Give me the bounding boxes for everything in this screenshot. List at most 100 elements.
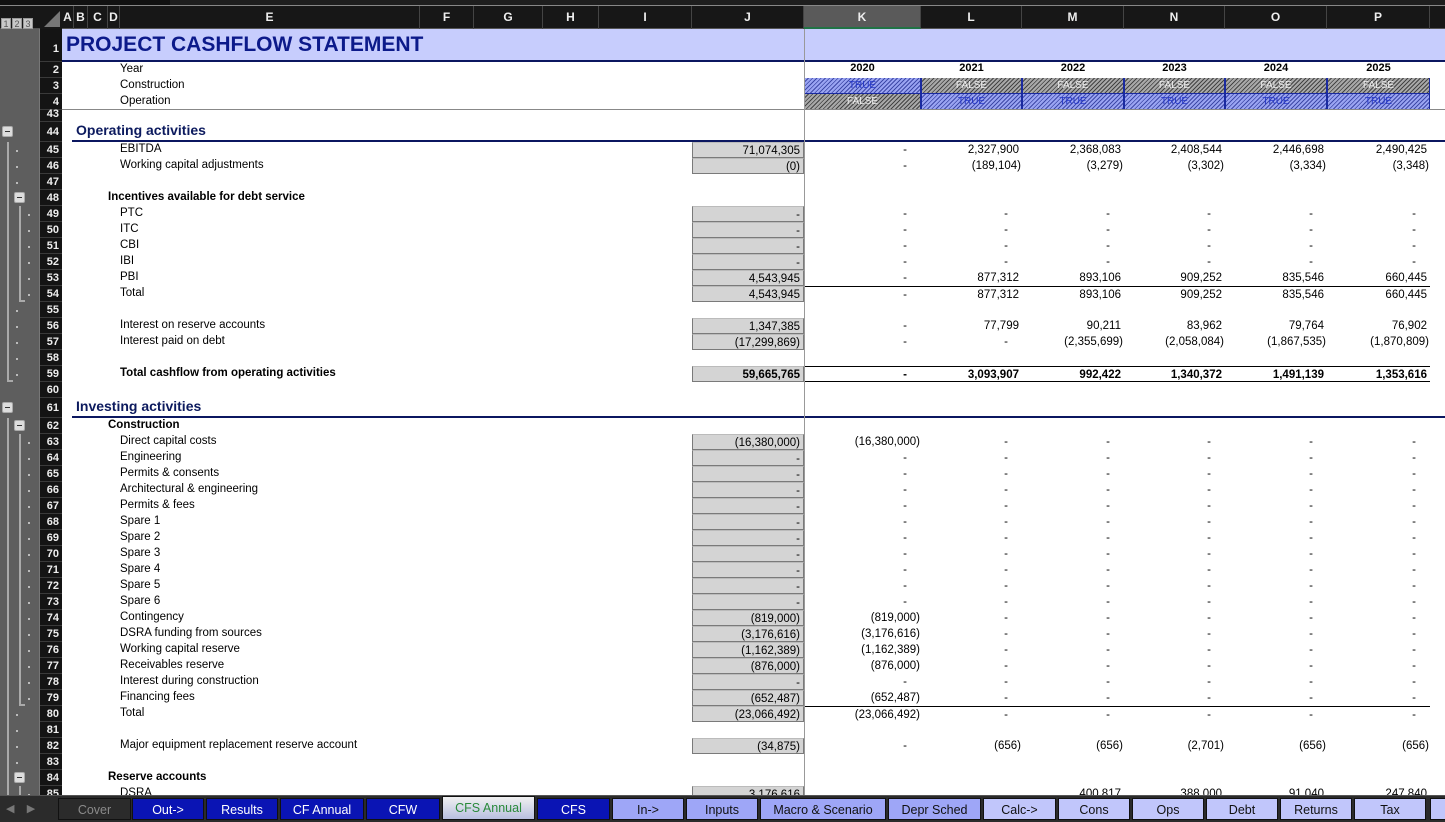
value-cell-2022[interactable]: - xyxy=(1022,642,1124,658)
collapse-group-84-icon[interactable] xyxy=(14,772,25,783)
total-cell[interactable]: - xyxy=(692,450,804,466)
value-cell-2021[interactable] xyxy=(921,786,1022,795)
sheet-tab-macro-scenario[interactable]: Macro & Scenario xyxy=(760,798,886,820)
total-cell[interactable]: (1,162,389) xyxy=(692,642,804,658)
value-cell-2021[interactable]: 2,327,900 xyxy=(921,142,1022,158)
value-cell-2021[interactable]: - xyxy=(921,578,1022,594)
construction-flag-cell[interactable]: FALSE xyxy=(1225,78,1327,94)
value-cell-2021[interactable]: - xyxy=(921,642,1022,658)
value-cell-2022[interactable]: - xyxy=(1022,206,1124,222)
value-cell-2025[interactable]: - xyxy=(1327,498,1430,514)
total-cell[interactable]: (876,000) xyxy=(692,658,804,674)
value-cell-2023[interactable]: - xyxy=(1124,514,1225,530)
value-cell-2025[interactable]: - xyxy=(1327,254,1430,270)
value-cell-2022[interactable]: 2,368,083 xyxy=(1022,142,1124,158)
value-cell-2024[interactable]: - xyxy=(1225,658,1327,674)
value-cell-2022[interactable]: - xyxy=(1022,594,1124,610)
outline-level-1-button[interactable]: 1 xyxy=(1,18,11,29)
value-cell-2020[interactable]: - xyxy=(804,158,921,174)
value-cell-2022[interactable]: - xyxy=(1022,450,1124,466)
collapse-group-61-icon[interactable] xyxy=(2,402,13,413)
value-cell-2023[interactable]: 388,000 xyxy=(1124,786,1225,795)
column-header-m[interactable]: M xyxy=(1022,6,1124,29)
value-cell-2024[interactable]: - xyxy=(1225,206,1327,222)
operation-flag-cell[interactable]: TRUE xyxy=(1022,94,1124,110)
value-cell-2024[interactable]: 2,446,698 xyxy=(1225,142,1327,158)
row-header-61[interactable]: 61 xyxy=(40,398,62,418)
column-header-f[interactable]: F xyxy=(420,6,474,29)
value-cell-2025[interactable]: - xyxy=(1327,546,1430,562)
value-cell-2021[interactable]: 77,799 xyxy=(921,318,1022,334)
year-header-cell[interactable]: 2022 xyxy=(1022,62,1124,74)
value-cell-2021[interactable]: - xyxy=(921,610,1022,626)
value-cell-2020[interactable] xyxy=(804,786,921,795)
value-cell-2022[interactable]: - xyxy=(1022,254,1124,270)
row-header-56[interactable]: 56 xyxy=(40,318,62,334)
year-header-cell[interactable]: 2023 xyxy=(1124,62,1225,74)
row-header-80[interactable]: 80 xyxy=(40,706,62,722)
row-header-64[interactable]: 64 xyxy=(40,450,62,466)
value-cell-2020[interactable]: - xyxy=(804,530,921,546)
sheet-tab-ops[interactable]: Ops xyxy=(1132,798,1204,820)
column-header-g[interactable]: G xyxy=(474,6,543,29)
value-cell-2022[interactable]: - xyxy=(1022,546,1124,562)
row-header-60[interactable]: 60 xyxy=(40,382,62,398)
value-cell-2021[interactable]: - xyxy=(921,706,1022,722)
value-cell-2022[interactable]: 90,211 xyxy=(1022,318,1124,334)
value-cell-2022[interactable]: 992,422 xyxy=(1022,366,1124,382)
value-cell-2021[interactable]: - xyxy=(921,238,1022,254)
sheet-tab-returns[interactable]: Returns xyxy=(1280,798,1352,820)
total-cell[interactable]: (3,176,616) xyxy=(692,626,804,642)
total-cell[interactable]: - xyxy=(692,578,804,594)
value-cell-2020[interactable]: (652,487) xyxy=(804,690,921,706)
value-cell-2020[interactable]: - xyxy=(804,450,921,466)
row-header-63[interactable]: 63 xyxy=(40,434,62,450)
row-header-65[interactable]: 65 xyxy=(40,466,62,482)
value-cell-2025[interactable]: - xyxy=(1327,642,1430,658)
column-header-o[interactable]: O xyxy=(1225,6,1327,29)
value-cell-2023[interactable]: - xyxy=(1124,658,1225,674)
operation-flag-cell[interactable]: TRUE xyxy=(1124,94,1225,110)
total-cell[interactable]: 1,347,385 xyxy=(692,318,804,334)
value-cell-2023[interactable]: 1,340,372 xyxy=(1124,366,1225,382)
value-cell-2023[interactable]: - xyxy=(1124,434,1225,450)
row-header-43[interactable]: 43 xyxy=(40,109,62,122)
operation-flag-cell[interactable]: TRUE xyxy=(921,94,1022,110)
row-header-2[interactable]: 2 xyxy=(40,62,62,78)
value-cell-2024[interactable]: - xyxy=(1225,610,1327,626)
value-cell-2024[interactable]: 835,546 xyxy=(1225,286,1327,302)
value-cell-2021[interactable]: 877,312 xyxy=(921,270,1022,286)
row-header-67[interactable]: 67 xyxy=(40,498,62,514)
value-cell-2022[interactable]: - xyxy=(1022,514,1124,530)
value-cell-2021[interactable]: - xyxy=(921,450,1022,466)
value-cell-2022[interactable]: 893,106 xyxy=(1022,270,1124,286)
value-cell-2023[interactable]: 2,408,544 xyxy=(1124,142,1225,158)
value-cell-2024[interactable]: - xyxy=(1225,706,1327,722)
value-cell-2024[interactable]: - xyxy=(1225,466,1327,482)
column-header-h[interactable]: H xyxy=(543,6,599,29)
value-cell-2020[interactable]: - xyxy=(804,482,921,498)
value-cell-2020[interactable]: (23,066,492) xyxy=(804,706,921,722)
row-header-45[interactable]: 45 xyxy=(40,142,62,158)
column-header-p[interactable]: P xyxy=(1327,6,1430,29)
value-cell-2022[interactable]: 893,106 xyxy=(1022,286,1124,302)
value-cell-2020[interactable]: - xyxy=(804,514,921,530)
sheet-tab-cfs-annual[interactable]: CFS Annual xyxy=(442,796,535,820)
value-cell-2020[interactable]: - xyxy=(804,318,921,334)
column-header-d[interactable]: D xyxy=(108,6,120,29)
value-cell-2020[interactable]: - xyxy=(804,594,921,610)
sheet-tab-cfw[interactable]: CFW xyxy=(366,798,440,820)
value-cell-2024[interactable]: - xyxy=(1225,530,1327,546)
value-cell-2021[interactable]: - xyxy=(921,546,1022,562)
collapse-group-62-icon[interactable] xyxy=(14,420,25,431)
total-cell[interactable]: - xyxy=(692,514,804,530)
year-header-cell[interactable]: 2021 xyxy=(921,62,1022,74)
value-cell-2023[interactable]: - xyxy=(1124,206,1225,222)
row-header-54[interactable]: 54 xyxy=(40,286,62,302)
value-cell-2022[interactable]: - xyxy=(1022,626,1124,642)
value-cell-2024[interactable]: - xyxy=(1225,546,1327,562)
value-cell-2020[interactable]: - xyxy=(804,222,921,238)
row-header-1[interactable]: 1 xyxy=(40,29,62,62)
value-cell-2022[interactable]: - xyxy=(1022,530,1124,546)
value-cell-2020[interactable]: - xyxy=(804,270,921,286)
